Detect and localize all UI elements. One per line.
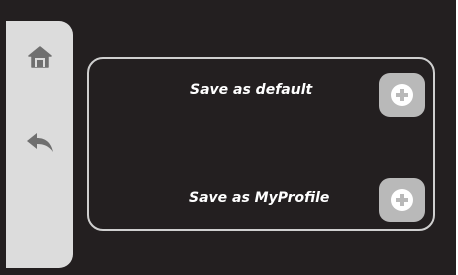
- save-as-default-button[interactable]: [379, 73, 425, 117]
- save-options-panel: Save as default Save as MyProfile: [87, 57, 435, 231]
- screen: Save as default Save as MyProfile: [0, 0, 458, 275]
- home-button[interactable]: [6, 35, 73, 79]
- save-as-myprofile-label: Save as MyProfile: [189, 190, 330, 206]
- back-button[interactable]: [6, 121, 73, 165]
- sidebar: [6, 21, 73, 268]
- plus-circle-icon: [391, 189, 413, 211]
- plus-circle-icon: [391, 84, 413, 106]
- save-as-default-label: Save as default: [190, 82, 313, 98]
- home-icon: [27, 46, 52, 68]
- save-as-myprofile-button[interactable]: [379, 178, 425, 222]
- back-arrow-icon: [26, 133, 53, 152]
